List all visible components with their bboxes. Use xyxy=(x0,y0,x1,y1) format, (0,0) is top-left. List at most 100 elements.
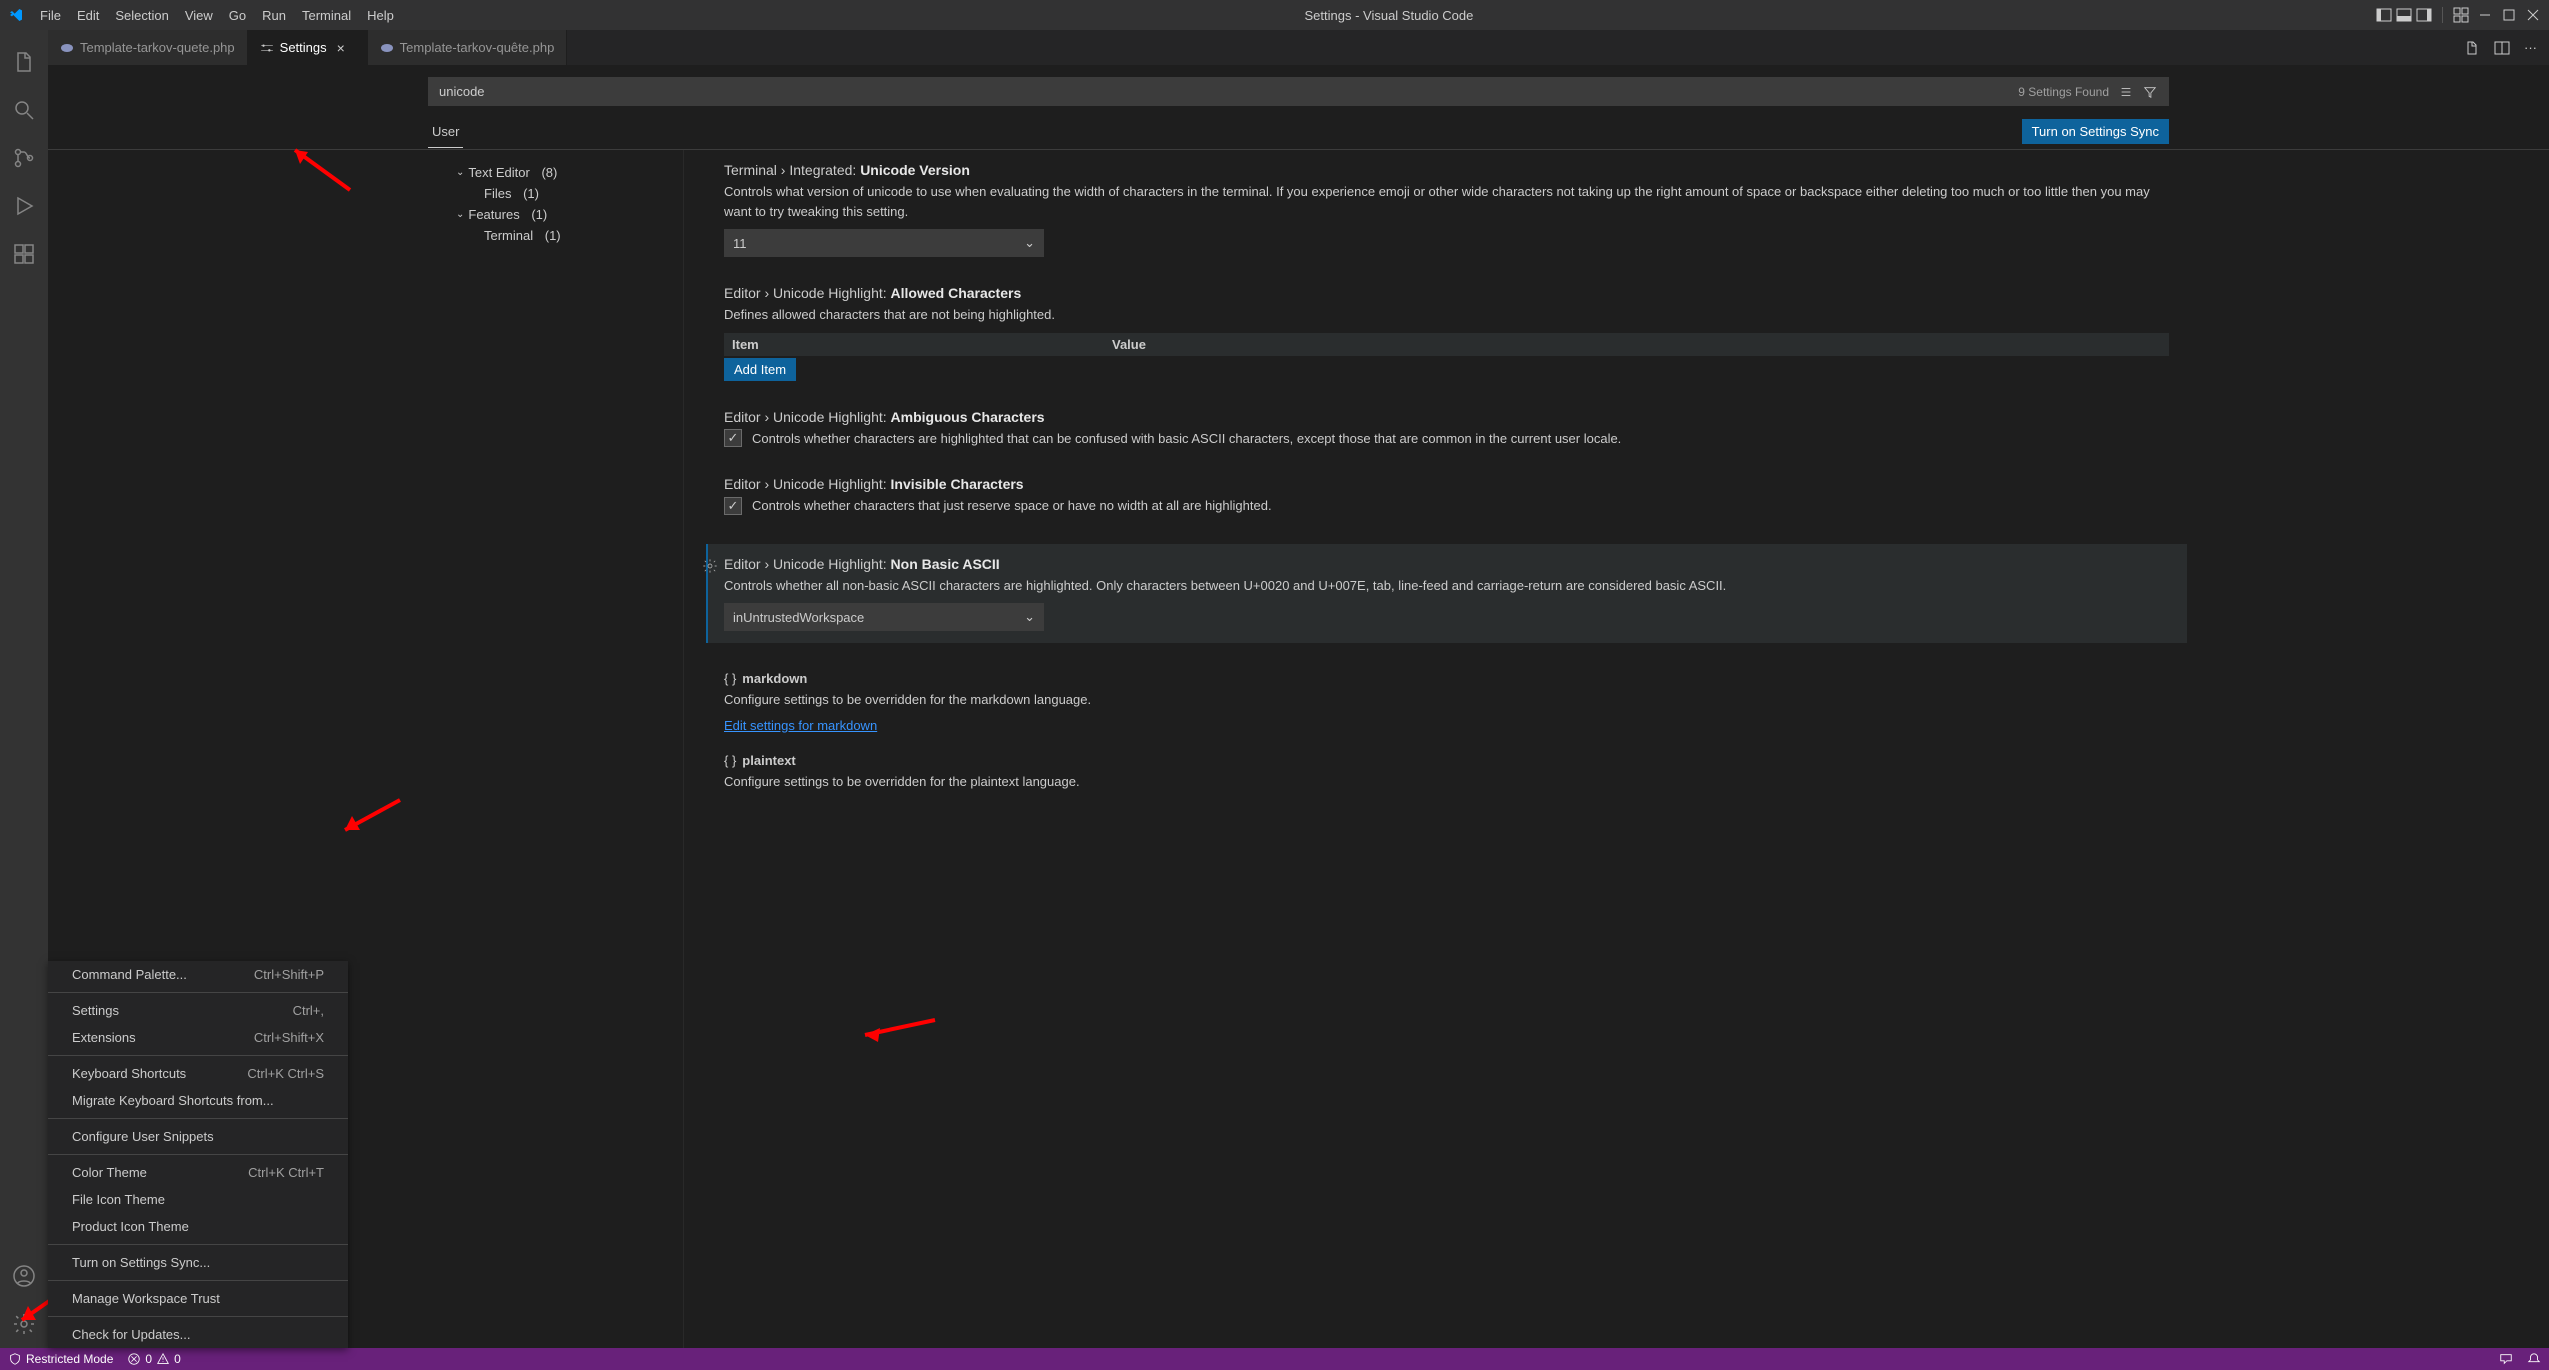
setting-non-basic-ascii: Editor › Unicode Highlight: Non Basic AS… xyxy=(706,544,2187,644)
toc-text-editor[interactable]: ⌄ Text Editor (8) xyxy=(456,162,683,183)
menubar: File Edit Selection View Go Run Terminal… xyxy=(32,4,402,27)
filter-icon[interactable] xyxy=(2143,85,2157,99)
menu-help[interactable]: Help xyxy=(359,4,402,27)
ctx-check-updates[interactable]: Check for Updates... xyxy=(48,1321,348,1348)
warning-count: 0 xyxy=(174,1352,181,1366)
manage-gear-icon[interactable] xyxy=(0,1300,48,1348)
select-value: inUntrustedWorkspace xyxy=(733,610,864,625)
ctx-product-icon-theme[interactable]: Product Icon Theme xyxy=(48,1213,348,1240)
split-editor-icon[interactable] xyxy=(2494,40,2510,56)
close-tab-icon[interactable]: × xyxy=(337,40,345,56)
separator xyxy=(48,1316,348,1317)
customize-layout-icon[interactable] xyxy=(2453,7,2469,23)
toc-count: (1) xyxy=(531,207,547,222)
tab-file-2[interactable]: Template-tarkov-quête.php xyxy=(368,30,568,65)
lang-description: Configure settings to be overridden for … xyxy=(724,690,2169,710)
tab-settings[interactable]: Settings × xyxy=(248,30,368,65)
more-actions-icon[interactable]: ··· xyxy=(2524,40,2537,55)
menu-selection[interactable]: Selection xyxy=(107,4,176,27)
settings-sync-button[interactable]: Turn on Settings Sync xyxy=(2022,119,2169,144)
toggle-primary-sidebar-icon[interactable] xyxy=(2376,7,2392,23)
window-title: Settings - Visual Studio Code xyxy=(402,8,2376,23)
manage-context-menu: Command Palette...Ctrl+Shift+P SettingsC… xyxy=(48,961,348,1348)
ctx-extensions[interactable]: ExtensionsCtrl+Shift+X xyxy=(48,1024,348,1051)
toggle-panel-icon[interactable] xyxy=(2396,7,2412,23)
search-icon[interactable] xyxy=(0,86,48,134)
toc-files[interactable]: Files (1) xyxy=(456,183,683,204)
accounts-icon[interactable] xyxy=(0,1252,48,1300)
menu-go[interactable]: Go xyxy=(221,4,254,27)
ctx-workspace-trust[interactable]: Manage Workspace Trust xyxy=(48,1285,348,1312)
menu-edit[interactable]: Edit xyxy=(69,4,107,27)
extensions-icon[interactable] xyxy=(0,230,48,278)
toggle-secondary-sidebar-icon[interactable] xyxy=(2416,7,2432,23)
setting-name: Ambiguous Characters xyxy=(891,409,1045,425)
toc-label: Features xyxy=(468,207,519,222)
setting-name: Non Basic ASCII xyxy=(891,556,1000,572)
tab-file-1[interactable]: Template-tarkov-quete.php xyxy=(48,30,248,65)
restricted-mode-item[interactable]: Restricted Mode xyxy=(8,1352,113,1366)
braces-icon: { } xyxy=(724,671,736,686)
minimize-icon[interactable] xyxy=(2477,7,2493,23)
select-value: 11 xyxy=(733,236,747,251)
search-meta: 9 Settings Found xyxy=(2018,85,2157,99)
ctx-migrate-shortcuts[interactable]: Migrate Keyboard Shortcuts from... xyxy=(48,1087,348,1114)
separator xyxy=(48,1154,348,1155)
menu-file[interactable]: File xyxy=(32,4,69,27)
setting-select[interactable]: inUntrustedWorkspace ⌄ xyxy=(724,603,1044,631)
toc-count: (1) xyxy=(545,228,561,243)
open-settings-json-icon[interactable] xyxy=(2464,40,2480,56)
setting-checkbox[interactable] xyxy=(724,497,742,515)
menu-view[interactable]: View xyxy=(177,4,221,27)
activity-bar xyxy=(0,30,48,1348)
setting-category: Editor › Unicode Highlight: xyxy=(724,285,887,301)
scope-user-tab[interactable]: User xyxy=(428,116,463,148)
notifications-icon[interactable] xyxy=(2527,1352,2541,1366)
menu-terminal[interactable]: Terminal xyxy=(294,4,359,27)
restricted-label: Restricted Mode xyxy=(26,1352,113,1366)
scope-row: User Turn on Settings Sync xyxy=(48,114,2549,150)
editor-area: Template-tarkov-quete.php Settings × Tem… xyxy=(48,30,2549,1348)
feedback-icon[interactable] xyxy=(2499,1352,2513,1366)
run-debug-icon[interactable] xyxy=(0,182,48,230)
shield-icon xyxy=(8,1352,22,1366)
statusbar: Restricted Mode 0 0 xyxy=(0,1348,2549,1370)
menu-run[interactable]: Run xyxy=(254,4,294,27)
ctx-user-snippets[interactable]: Configure User Snippets xyxy=(48,1123,348,1150)
column-value: Value xyxy=(1112,337,1146,352)
ctx-settings[interactable]: SettingsCtrl+, xyxy=(48,997,348,1024)
separator xyxy=(48,1244,348,1245)
settings-content[interactable]: Terminal › Integrated: Unicode Version C… xyxy=(684,150,2549,1348)
explorer-icon[interactable] xyxy=(0,38,48,86)
ctx-command-palette[interactable]: Command Palette...Ctrl+Shift+P xyxy=(48,961,348,988)
table-header: Item Value xyxy=(724,333,2169,356)
add-item-button[interactable]: Add Item xyxy=(724,358,796,381)
ctx-settings-sync[interactable]: Turn on Settings Sync... xyxy=(48,1249,348,1276)
toc-features[interactable]: ⌄ Features (1) xyxy=(456,204,683,225)
toc-terminal[interactable]: Terminal (1) xyxy=(456,225,683,246)
ctx-keyboard-shortcuts[interactable]: Keyboard ShortcutsCtrl+K Ctrl+S xyxy=(48,1060,348,1087)
setting-invisible-characters: Editor › Unicode Highlight: Invisible Ch… xyxy=(724,476,2169,516)
problems-item[interactable]: 0 0 xyxy=(127,1352,180,1366)
braces-icon: { } xyxy=(724,753,736,768)
vscode-logo-icon xyxy=(8,7,24,23)
edit-lang-settings-link[interactable]: Edit settings for markdown xyxy=(724,718,877,733)
setting-name: Invisible Characters xyxy=(891,476,1024,492)
source-control-icon[interactable] xyxy=(0,134,48,182)
gear-icon[interactable] xyxy=(702,558,718,574)
close-icon[interactable] xyxy=(2525,7,2541,23)
setting-select[interactable]: 11 ⌄ xyxy=(724,229,1044,257)
ctx-color-theme[interactable]: Color ThemeCtrl+K Ctrl+T xyxy=(48,1159,348,1186)
php-icon xyxy=(60,41,74,55)
clear-search-icon[interactable] xyxy=(2119,85,2133,99)
setting-checkbox[interactable] xyxy=(724,429,742,447)
toc-count: (1) xyxy=(523,186,539,201)
settings-search-input[interactable] xyxy=(428,77,2169,106)
maximize-icon[interactable] xyxy=(2501,7,2517,23)
setting-allowed-characters: Editor › Unicode Highlight: Allowed Char… xyxy=(724,285,2169,381)
toc-label: Text Editor xyxy=(468,165,529,180)
ctx-file-icon-theme[interactable]: File Icon Theme xyxy=(48,1186,348,1213)
settings-toc: ⌄ Text Editor (8) Files (1) ⌄ Features (… xyxy=(428,150,684,1348)
separator xyxy=(48,1280,348,1281)
tab-label: Template-tarkov-quête.php xyxy=(400,40,555,55)
